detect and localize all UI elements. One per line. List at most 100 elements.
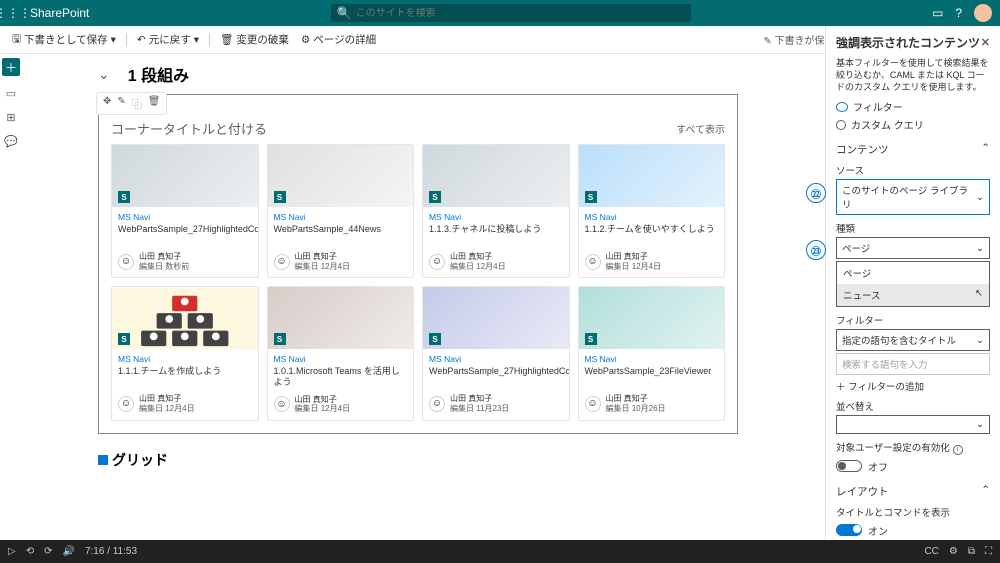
discard-button[interactable]: 🗑変更の破棄 <box>216 30 293 49</box>
skip-back-icon[interactable]: ⟲ <box>26 546 34 557</box>
search-box[interactable]: 🔍 <box>331 4 691 22</box>
left-rail: ＋ ▭ ⊞ 💬 <box>0 54 22 524</box>
content-card[interactable]: S MS Navi WebPartsSample_23FileViewer ☺ 山田 真… <box>578 286 726 421</box>
callout-22: ㉒ <box>806 183 826 203</box>
video-controls: ▷ ⟲ ⟳ 🔊 7:16 / 11:53 CC ⚙ ⧉ ⛶ <box>0 540 1000 563</box>
pip-icon[interactable]: ⧉ <box>968 546 975 557</box>
content-card[interactable]: SMS Navi1.1.1.チームを作成しよう☺山田 真知子編集日 12月4日 <box>111 286 259 421</box>
card-meta: 山田 真知子編集日 12月4日 <box>295 395 351 414</box>
card-meta: 山田 真知子編集日 数秒前 <box>139 252 189 271</box>
skip-fwd-icon[interactable]: ⟳ <box>44 546 52 557</box>
card-thumbnail: S <box>268 287 414 349</box>
chevron-down-icon: ⌄ <box>976 192 984 203</box>
contents-group[interactable]: コンテンツ <box>836 142 889 157</box>
source-select[interactable]: このサイトのページ ライブラリ⌄ <box>836 179 990 215</box>
panel-title: 強調表示されたコンテンツ <box>836 34 980 51</box>
radio-custom-query[interactable]: カスタム クエリ <box>836 117 990 132</box>
show-title-label: タイトルとコマンドを表示 <box>836 505 990 519</box>
site-icon: S <box>274 191 286 203</box>
card-site: MS Navi <box>118 212 252 222</box>
chevron-down-icon: ⌄ <box>976 335 984 346</box>
author-avatar: ☺ <box>429 254 445 270</box>
info-icon[interactable]: i <box>953 445 963 455</box>
settings-icon[interactable]: ⚙ <box>949 546 958 557</box>
layout-group[interactable]: レイアウト <box>836 484 889 499</box>
site-icon: S <box>118 333 130 345</box>
content-card[interactable]: SMS Navi1.0.1.Microsoft Teams を活用しよう☺山田 … <box>267 286 415 421</box>
content-card[interactable]: S MS Navi WebPartsSample_27HighlightedCont… <box>111 144 259 278</box>
filter-label: フィルター <box>836 313 990 327</box>
megaphone-icon[interactable]: ▭ <box>932 6 943 20</box>
content-card[interactable]: SMS NaviWebPartsSample_27HighlightedCont… <box>422 286 570 421</box>
section-icon[interactable]: ▭ <box>4 86 18 100</box>
card-meta: 山田 真知子編集日 12月4日 <box>295 252 351 271</box>
type-dropdown: ページ ニュース ↖ <box>836 261 990 307</box>
show-title-toggle[interactable]: オン <box>836 523 990 538</box>
type-option-page[interactable]: ページ <box>837 262 989 284</box>
card-thumbnail: S <box>423 287 569 349</box>
brand[interactable]: SharePoint <box>30 6 89 20</box>
search-input[interactable] <box>356 8 685 19</box>
chevron-up-icon[interactable]: ⌃ <box>981 484 990 499</box>
audience-toggle[interactable]: オフ <box>836 459 990 474</box>
add-section-button[interactable]: ＋ <box>2 58 20 76</box>
card-meta: 山田 真知子編集日 10月26日 <box>606 394 666 413</box>
card-thumbnail: S <box>579 287 725 349</box>
card-meta: 山田 真知子編集日 12月4日 <box>606 252 662 271</box>
save-draft-button[interactable]: 🖫下書きとして保存▾ <box>8 29 120 51</box>
chevron-up-icon[interactable]: ⌃ <box>981 142 990 157</box>
grid-icon[interactable]: ⊞ <box>4 110 18 124</box>
content-card[interactable]: SMS Navi1.1.3.チャネルに投稿しよう☺山田 真知子編集日 12月4日 <box>422 144 570 278</box>
site-icon: S <box>274 333 286 345</box>
type-select[interactable]: ページ⌄ <box>836 237 990 259</box>
play-icon[interactable]: ▷ <box>8 546 16 557</box>
waffle-icon[interactable]: ⋮⋮⋮ <box>0 6 26 20</box>
copy-icon[interactable]: ⿻ <box>132 96 142 111</box>
card-site: MS Navi <box>118 354 252 364</box>
author-avatar: ☺ <box>585 396 601 412</box>
card-site: MS Navi <box>274 212 408 222</box>
type-option-news[interactable]: ニュース ↖ <box>837 284 989 306</box>
search-icon: 🔍 <box>337 6 352 20</box>
card-site: MS Navi <box>585 354 719 364</box>
comment-icon[interactable]: 💬 <box>4 134 18 148</box>
card-site: MS Navi <box>429 212 563 222</box>
card-title: WebPartsSample_23FileViewer <box>585 366 719 388</box>
site-icon: S <box>585 333 597 345</box>
highlighted-content-webpart[interactable]: ✥ ✎ ⿻ 🗑 コーナータイトルと付ける すべて表示 S MS Navi WebPa… <box>98 94 823 434</box>
chevron-down-icon: ⌄ <box>976 243 984 254</box>
card-thumbnail: S <box>112 145 258 207</box>
webpart-toolbar: ✥ ✎ ⿻ 🗑 <box>96 92 167 115</box>
grid-section-label: グリッド <box>98 450 823 470</box>
author-avatar: ☺ <box>118 254 134 270</box>
card-title: 1.1.1.チームを作成しよう <box>118 366 252 388</box>
sort-select[interactable]: ⌄ <box>836 415 990 434</box>
content-card[interactable]: SMS NaviWebPartsSample_44News☺山田 真知子編集日 … <box>267 144 415 278</box>
fullscreen-icon[interactable]: ⛶ <box>985 546 992 557</box>
avatar[interactable] <box>974 4 992 22</box>
type-label: 種類 <box>836 221 990 235</box>
move-icon[interactable]: ✥ <box>103 96 111 111</box>
edit-icon[interactable]: ✎ <box>117 96 125 111</box>
captions-icon[interactable]: CC <box>924 546 938 557</box>
volume-icon[interactable]: 🔊 <box>62 546 74 557</box>
add-filter-link[interactable]: ＋ フィルターの追加 <box>836 379 990 393</box>
page-details-button[interactable]: ⚙ページの詳細 <box>297 30 380 49</box>
author-avatar: ☺ <box>118 396 134 412</box>
card-title: WebPartsSample_27HighlightedContent <box>118 224 252 246</box>
chevron-down-icon[interactable]: ⌄ <box>98 66 110 83</box>
undo-button[interactable]: ↶元に戻す▾ <box>133 30 203 49</box>
content-card[interactable]: SMS Navi1.1.2.チームを使いやすくしよう☺山田 真知子編集日 12月… <box>578 144 726 278</box>
close-icon[interactable]: ✕ <box>981 36 990 49</box>
radio-filter[interactable]: フィルター <box>836 99 990 114</box>
author-avatar: ☺ <box>274 396 290 412</box>
see-all-link[interactable]: すべて表示 <box>676 121 725 136</box>
help-icon[interactable]: ? <box>955 6 962 20</box>
webpart-title[interactable]: コーナータイトルと付ける <box>111 119 267 138</box>
filter-select[interactable]: 指定の語句を含むタイトル⌄ <box>836 329 990 351</box>
site-icon: S <box>429 191 441 203</box>
card-site: MS Navi <box>585 212 719 222</box>
site-icon: S <box>118 191 130 203</box>
delete-icon[interactable]: 🗑 <box>148 96 161 111</box>
filter-term-input[interactable]: 検索する語句を入力 <box>836 353 990 375</box>
